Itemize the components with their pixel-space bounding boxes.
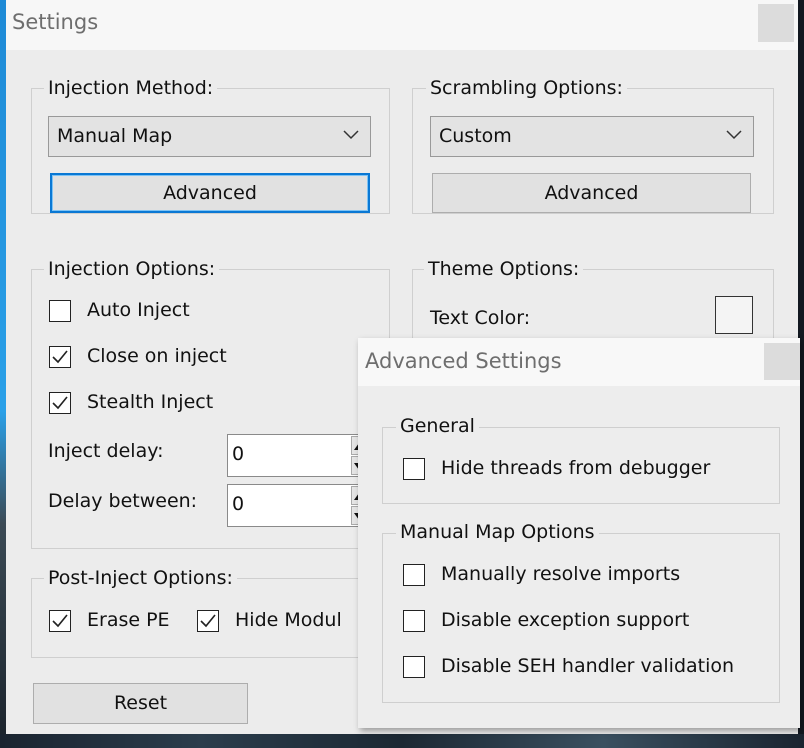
erase-pe-checkbox[interactable]	[49, 610, 71, 632]
inject-delay-value: 0	[232, 443, 245, 465]
checkmark-icon	[52, 350, 68, 364]
injection-advanced-button[interactable]: Advanced	[50, 173, 370, 213]
scrambling-options-label: Scrambling Options:	[426, 77, 627, 99]
delay-between-value: 0	[232, 493, 245, 515]
advanced-titlebar[interactable]: Advanced Settings	[358, 338, 800, 386]
erase-pe-label[interactable]: Erase PE	[87, 609, 170, 631]
general-label: General	[396, 415, 479, 437]
text-color-swatch[interactable]	[715, 296, 753, 334]
disable-exception-support-checkbox[interactable]	[403, 610, 425, 632]
hide-threads-checkbox[interactable]	[403, 458, 425, 480]
close-on-inject-checkbox[interactable]	[49, 346, 71, 368]
hide-module-label[interactable]: Hide Modul	[235, 609, 342, 631]
injection-method-dropdown[interactable]: Manual Map	[48, 116, 371, 157]
theme-options-label: Theme Options:	[424, 258, 584, 280]
reset-button[interactable]: Reset	[33, 683, 248, 724]
settings-close-button[interactable]	[758, 4, 794, 42]
close-on-inject-label[interactable]: Close on inject	[87, 345, 227, 367]
manually-resolve-imports-label[interactable]: Manually resolve imports	[441, 563, 680, 585]
hide-threads-label[interactable]: Hide threads from debugger	[441, 457, 710, 479]
stealth-inject-label[interactable]: Stealth Inject	[87, 391, 213, 413]
auto-inject-label[interactable]: Auto Inject	[87, 299, 190, 321]
scrambling-options-value: Custom	[439, 125, 512, 147]
scrambling-options-dropdown[interactable]: Custom	[430, 116, 754, 157]
hide-module-checkbox[interactable]	[197, 610, 219, 632]
advanced-settings-window: Advanced Settings General Hide threads f…	[358, 338, 800, 728]
advanced-close-button[interactable]	[764, 343, 800, 380]
manually-resolve-imports-checkbox[interactable]	[403, 564, 425, 586]
advanced-title: Advanced Settings	[365, 349, 562, 373]
stealth-inject-checkbox[interactable]	[49, 392, 71, 414]
settings-title: Settings	[12, 10, 99, 34]
auto-inject-checkbox[interactable]	[49, 300, 71, 322]
injection-options-label: Injection Options:	[44, 258, 220, 280]
injection-method-label: Injection Method:	[44, 77, 218, 99]
disable-exception-support-label[interactable]: Disable exception support	[441, 609, 689, 631]
scrambling-advanced-button[interactable]: Advanced	[432, 173, 751, 213]
delay-between-input[interactable]: 0	[227, 484, 367, 527]
text-color-label: Text Color:	[430, 307, 531, 329]
chevron-down-icon	[726, 130, 742, 140]
post-inject-options-label: Post-Inject Options:	[44, 567, 237, 589]
inject-delay-input[interactable]: 0	[227, 434, 367, 477]
injection-method-value: Manual Map	[57, 125, 173, 147]
checkmark-icon	[52, 614, 68, 628]
checkmark-icon	[52, 396, 68, 410]
chevron-down-icon	[343, 130, 359, 140]
delay-between-label: Delay between:	[48, 490, 198, 512]
inject-delay-label: Inject delay:	[48, 440, 164, 462]
checkmark-icon	[200, 614, 216, 628]
disable-seh-validation-label[interactable]: Disable SEH handler validation	[441, 655, 734, 677]
settings-titlebar[interactable]: Settings	[6, 0, 798, 50]
desktop-background-bottom	[0, 734, 804, 748]
disable-seh-validation-checkbox[interactable]	[403, 656, 425, 678]
manual-map-options-label: Manual Map Options	[396, 521, 599, 543]
